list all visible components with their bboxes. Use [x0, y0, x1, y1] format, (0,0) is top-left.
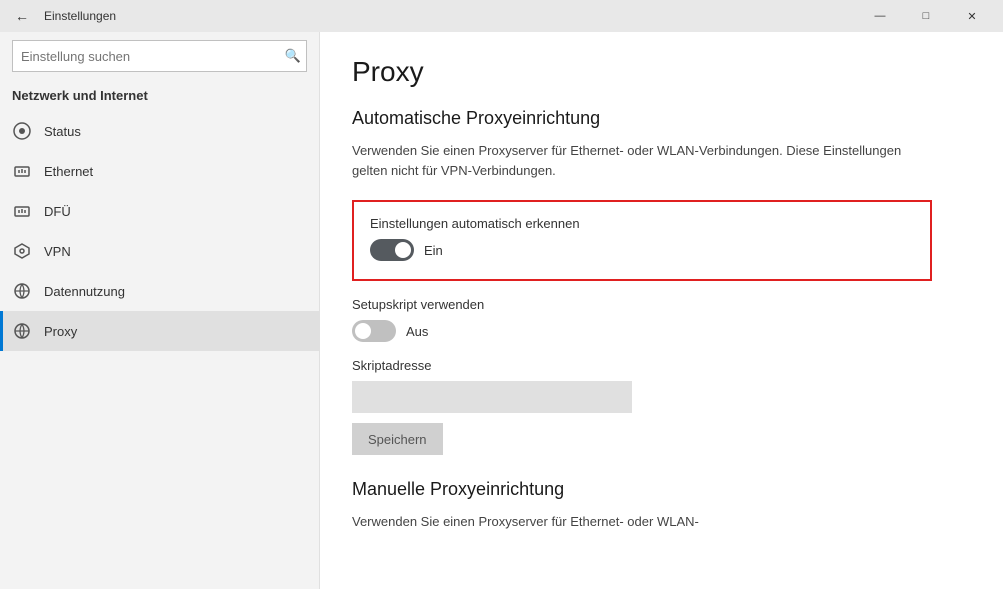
sidebar-item-vpn-label: VPN: [44, 244, 71, 259]
dfu-icon: [12, 201, 32, 221]
datennutzung-icon: [12, 281, 32, 301]
sidebar-item-dfu[interactable]: DFÜ: [0, 191, 319, 231]
manual-section: Manuelle Proxyeinrichtung Verwenden Sie …: [352, 479, 971, 532]
sidebar-item-status[interactable]: Status: [0, 111, 319, 151]
auto-detect-toggle-knob: [395, 242, 411, 258]
sidebar-item-dfu-label: DFÜ: [44, 204, 71, 219]
auto-detect-toggle-label: Ein: [424, 243, 443, 258]
setup-script-row: Setupskript verwenden Aus: [352, 297, 932, 342]
titlebar-controls: ← Einstellungen: [8, 2, 116, 30]
manual-section-description: Verwenden Sie einen Proxyserver für Ethe…: [352, 512, 932, 532]
minimize-button[interactable]: —: [857, 0, 903, 32]
sidebar-item-status-label: Status: [44, 124, 81, 139]
auto-detect-label: Einstellungen automatisch erkennen: [370, 216, 914, 231]
setup-script-toggle-row: Aus: [352, 320, 932, 342]
script-address-label: Skriptadresse: [352, 358, 932, 373]
sidebar-item-datennutzung[interactable]: Datennutzung: [0, 271, 319, 311]
setup-script-label: Setupskript verwenden: [352, 297, 932, 312]
auto-detect-highlighted-box: Einstellungen automatisch erkennen Ein: [352, 200, 932, 281]
sidebar-item-ethernet[interactable]: Ethernet: [0, 151, 319, 191]
sidebar-item-vpn[interactable]: VPN: [0, 231, 319, 271]
sidebar-nav: Status Ethernet: [0, 111, 319, 351]
sidebar-item-datennutzung-label: Datennutzung: [44, 284, 125, 299]
titlebar-title: Einstellungen: [44, 9, 116, 23]
auto-section-title: Automatische Proxyeinrichtung: [352, 108, 971, 129]
window-controls: — □ ✕: [857, 0, 995, 32]
back-button[interactable]: ←: [8, 2, 36, 30]
search-input[interactable]: [12, 40, 307, 72]
search-icon: 🔍: [285, 48, 301, 64]
manual-section-title: Manuelle Proxyeinrichtung: [352, 479, 971, 500]
auto-detect-toggle[interactable]: [370, 239, 414, 261]
setup-script-toggle[interactable]: [352, 320, 396, 342]
maximize-button[interactable]: □: [903, 0, 949, 32]
sidebar-item-ethernet-label: Ethernet: [44, 164, 93, 179]
save-button[interactable]: Speichern: [352, 423, 443, 455]
vpn-icon: [12, 241, 32, 261]
setup-script-toggle-label: Aus: [406, 324, 428, 339]
sidebar: 🔍 Netzwerk und Internet Status: [0, 32, 320, 589]
sidebar-section-header: Netzwerk und Internet: [0, 80, 319, 107]
page-title: Proxy: [352, 56, 971, 88]
main-layout: 🔍 Netzwerk und Internet Status: [0, 32, 1003, 589]
titlebar: ← Einstellungen — □ ✕: [0, 0, 1003, 32]
proxy-icon: [12, 321, 32, 341]
search-box: 🔍: [12, 40, 307, 72]
ethernet-icon: [12, 161, 32, 181]
auto-section-description: Verwenden Sie einen Proxyserver für Ethe…: [352, 141, 932, 180]
content-area: Proxy Automatische Proxyeinrichtung Verw…: [320, 32, 1003, 589]
script-address-row: Skriptadresse Speichern: [352, 358, 932, 455]
setup-script-toggle-knob: [355, 323, 371, 339]
sidebar-item-proxy[interactable]: Proxy: [0, 311, 319, 351]
close-button[interactable]: ✕: [949, 0, 995, 32]
back-icon: ←: [15, 8, 29, 24]
sidebar-item-proxy-label: Proxy: [44, 324, 77, 339]
script-address-input[interactable]: [352, 381, 632, 413]
auto-detect-toggle-row: Ein: [370, 239, 914, 261]
status-icon: [12, 121, 32, 141]
